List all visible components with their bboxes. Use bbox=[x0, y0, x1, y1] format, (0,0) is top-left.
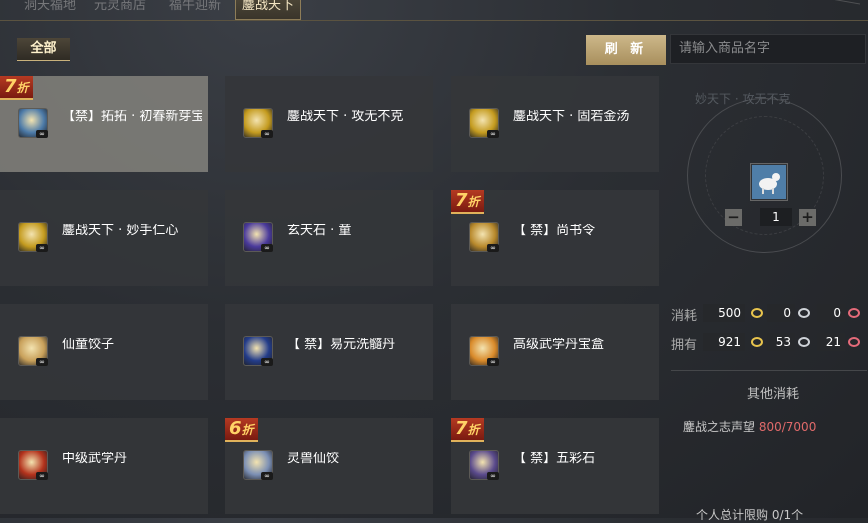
discount-badge: 6折 bbox=[225, 418, 258, 442]
item-name: 【 禁】五彩石 bbox=[513, 452, 596, 466]
item-icon: ∞ bbox=[243, 450, 273, 480]
item-icon: ∞ bbox=[469, 450, 499, 480]
category-filter-all[interactable]: 全部 bbox=[17, 38, 70, 61]
item-icon: ∞ bbox=[18, 108, 48, 138]
item-name: 【 禁】易元洗髓丹 bbox=[287, 338, 396, 352]
item-card[interactable]: ∞ 仙童饺子 bbox=[0, 304, 208, 400]
item-card[interactable]: ∞ 鏖战天下 · 攻无不克 bbox=[225, 76, 433, 172]
item-icon: ∞ bbox=[243, 336, 273, 366]
tab-yuanling-shop[interactable]: 元灵商店 bbox=[88, 0, 152, 19]
infinity-icon: ∞ bbox=[487, 130, 499, 138]
infinity-icon: ∞ bbox=[36, 358, 48, 366]
infinity-icon: ∞ bbox=[36, 472, 48, 480]
infinity-icon: ∞ bbox=[261, 130, 273, 138]
item-card[interactable]: ∞ 灵兽仙饺 6折 bbox=[225, 418, 433, 514]
selected-item-icon bbox=[750, 163, 788, 201]
purchase-panel: 妙天下 · 攻无不克 − 1 + 消耗 500 0 0 拥有 921 53 21… bbox=[665, 70, 868, 522]
discount-badge: 7折 bbox=[451, 190, 484, 214]
item-card[interactable]: ∞ 鏖战天下 · 固若金汤 bbox=[451, 76, 659, 172]
infinity-icon: ∞ bbox=[36, 130, 48, 138]
shop-tabs: 洞天福地 元灵商店 福牛迎新 鏖战天下 bbox=[0, 0, 868, 21]
own-silver: 53 bbox=[767, 333, 795, 351]
item-icon: ∞ bbox=[469, 108, 499, 138]
discount-value: 7 bbox=[455, 418, 468, 439]
discount-suffix: 折 bbox=[467, 423, 480, 437]
item-name: 鏖战天下 · 妙手仁心 bbox=[62, 224, 179, 238]
item-icon: ∞ bbox=[243, 222, 273, 252]
infinity-icon: ∞ bbox=[36, 244, 48, 252]
item-icon: ∞ bbox=[243, 108, 273, 138]
discount-value: 6 bbox=[229, 418, 242, 439]
item-card[interactable]: ∞ 高级武学丹宝盒 bbox=[451, 304, 659, 400]
cost-silver: 0 bbox=[767, 304, 795, 322]
infinity-icon: ∞ bbox=[487, 244, 499, 252]
tab-aozhan[interactable]: 鏖战天下 bbox=[235, 0, 302, 20]
item-card[interactable]: ∞ 【 禁】五彩石 7折 bbox=[451, 418, 659, 514]
discount-badge: 7折 bbox=[0, 76, 33, 100]
item-name: 灵兽仙饺 bbox=[287, 452, 340, 466]
own-label: 拥有 bbox=[671, 338, 698, 353]
cost-gold: 500 bbox=[703, 304, 745, 322]
item-card[interactable]: ∞ 【禁】拓拓 · 初春新芽宝匣 7折 bbox=[0, 76, 208, 172]
other-cost-title: 其他消耗 bbox=[747, 387, 800, 402]
item-name: 鏖战天下 · 固若金汤 bbox=[513, 110, 630, 124]
item-card[interactable]: ∞ 【 禁】易元洗髓丹 bbox=[225, 304, 433, 400]
item-icon: ∞ bbox=[18, 336, 48, 366]
faded-item-title: 妙天下 · 攻无不克 bbox=[695, 92, 791, 106]
purchase-limit: 个人总计限购 0/1个 bbox=[696, 508, 804, 522]
discount-suffix: 折 bbox=[241, 423, 254, 437]
item-name: 鏖战天下 · 攻无不克 bbox=[287, 110, 404, 124]
discount-suffix: 折 bbox=[16, 81, 29, 95]
infinity-icon: ∞ bbox=[487, 472, 499, 480]
item-name: 仙童饺子 bbox=[62, 338, 115, 352]
item-icon: ∞ bbox=[18, 222, 48, 252]
discount-suffix: 折 bbox=[467, 195, 480, 209]
gold-coin-icon bbox=[751, 337, 763, 347]
silver-coin-icon bbox=[798, 337, 810, 347]
item-name: 【禁】拓拓 · 初春新芽宝匣 bbox=[62, 110, 202, 124]
tab-dongtian[interactable]: 洞天福地 bbox=[18, 0, 82, 19]
silver-coin-icon bbox=[798, 308, 810, 318]
item-name: 高级武学丹宝盒 bbox=[513, 338, 605, 352]
search-input[interactable]: 请输入商品名字 bbox=[670, 34, 866, 64]
gold-coin-icon bbox=[751, 308, 763, 318]
item-icon: ∞ bbox=[469, 222, 499, 252]
item-name: 中级武学丹 bbox=[62, 452, 128, 466]
infinity-icon: ∞ bbox=[261, 244, 273, 252]
quantity-decrease-button[interactable]: − bbox=[725, 209, 742, 226]
divider bbox=[671, 370, 867, 371]
own-red: 21 bbox=[817, 333, 845, 351]
own-gold: 921 bbox=[703, 333, 745, 351]
infinity-icon: ∞ bbox=[261, 358, 273, 366]
red-coin-icon bbox=[848, 308, 860, 318]
reputation-value: 800/7000 bbox=[758, 420, 817, 434]
discount-value: 7 bbox=[455, 190, 468, 211]
refresh-button[interactable]: 刷 新 bbox=[586, 35, 666, 65]
item-name: 玄天石 · 童 bbox=[287, 224, 352, 238]
red-coin-icon bbox=[848, 337, 860, 347]
quantity-increase-button[interactable]: + bbox=[799, 209, 816, 226]
reputation-requirement: 鏖战之志声望 800/7000 bbox=[683, 418, 816, 435]
item-card[interactable]: ∞ 中级武学丹 bbox=[0, 418, 208, 514]
item-name: 【 禁】尚书令 bbox=[513, 224, 596, 238]
tab-funiu[interactable]: 福牛迎新 bbox=[163, 0, 227, 19]
item-card[interactable]: ∞ 玄天石 · 童 bbox=[225, 190, 433, 286]
infinity-icon: ∞ bbox=[261, 472, 273, 480]
spirit-beast-icon bbox=[752, 165, 786, 199]
discount-value: 7 bbox=[4, 76, 17, 97]
cost-label: 消耗 bbox=[671, 309, 698, 324]
reputation-label: 鏖战之志声望 bbox=[683, 420, 756, 434]
quantity-input[interactable]: 1 bbox=[760, 208, 792, 226]
item-icon: ∞ bbox=[469, 336, 499, 366]
item-card[interactable]: ∞ 鏖战天下 · 妙手仁心 bbox=[0, 190, 208, 286]
discount-badge: 7折 bbox=[451, 418, 484, 442]
item-icon: ∞ bbox=[18, 450, 48, 480]
infinity-icon: ∞ bbox=[487, 358, 499, 366]
cost-red: 0 bbox=[817, 304, 845, 322]
item-card[interactable]: ∞ 【 禁】尚书令 7折 bbox=[451, 190, 659, 286]
corner-ornament bbox=[820, 0, 860, 15]
